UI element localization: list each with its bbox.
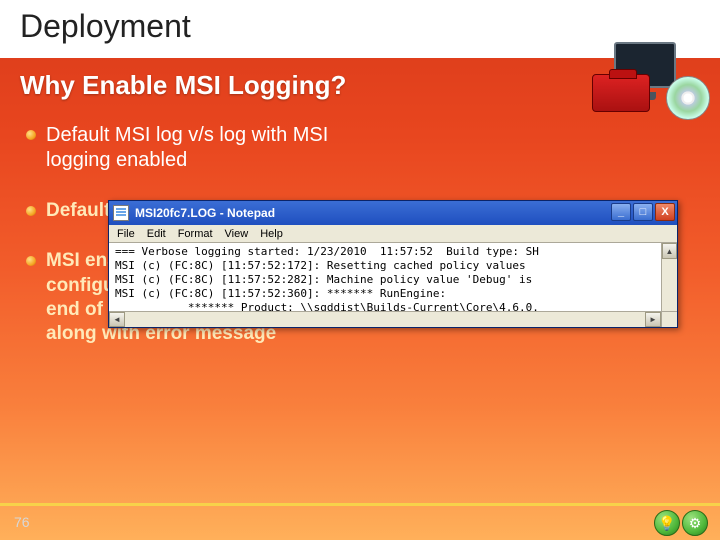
scroll-right-icon[interactable]: ►	[645, 312, 661, 327]
menu-edit[interactable]: Edit	[147, 228, 166, 240]
title-bar: Deployment	[0, 0, 720, 58]
menu-format[interactable]: Format	[178, 228, 213, 240]
bullet-default-vs-enabled: Default MSI log v/s log with MSI logging…	[46, 123, 346, 173]
log-line: MSI (c) (FC:8C) [11:57:52:282]: Machine …	[115, 273, 532, 286]
notepad-title-text: MSI20fc7.LOG - Notepad	[135, 206, 275, 220]
notepad-window: MSI20fc7.LOG - Notepad _ □ X File Edit F…	[108, 200, 678, 328]
log-line: === Verbose logging started: 1/23/2010 1…	[115, 245, 539, 258]
window-buttons: _ □ X	[611, 203, 675, 221]
scroll-up-icon[interactable]: ▲	[662, 243, 677, 259]
gear-icon: ⚙	[682, 510, 708, 536]
notepad-menubar: File Edit Format View Help	[109, 225, 677, 243]
log-line: MSI (c) (FC:8C) [11:57:52:172]: Resettin…	[115, 259, 526, 272]
footer-divider	[0, 503, 720, 506]
vertical-scrollbar[interactable]: ▲	[661, 243, 677, 311]
menu-help[interactable]: Help	[260, 228, 283, 240]
scroll-track[interactable]	[125, 312, 645, 327]
minimize-button[interactable]: _	[611, 203, 631, 221]
maximize-button[interactable]: □	[633, 203, 653, 221]
close-button[interactable]: X	[655, 203, 675, 221]
slide: Deployment Why Enable MSI Logging? Defau…	[0, 0, 720, 540]
notepad-titlebar[interactable]: MSI20fc7.LOG - Notepad _ □ X	[109, 201, 677, 225]
page-number: 76	[14, 514, 30, 530]
idea-icon: 💡	[654, 510, 680, 536]
footer-icons: 💡 ⚙	[654, 510, 708, 536]
log-line: MSI (c) (FC:8C) [11:57:52:360]: ******* …	[115, 287, 446, 300]
resize-grip[interactable]	[661, 311, 677, 327]
toolbox-icon	[592, 74, 650, 112]
menu-view[interactable]: View	[225, 228, 249, 240]
scroll-left-icon[interactable]: ◄	[109, 312, 125, 327]
notepad-app-icon	[113, 205, 129, 221]
menu-file[interactable]: File	[117, 228, 135, 240]
disc-icon	[666, 76, 710, 120]
hardware-art	[592, 38, 712, 118]
horizontal-scrollbar[interactable]: ◄ ►	[109, 311, 661, 327]
